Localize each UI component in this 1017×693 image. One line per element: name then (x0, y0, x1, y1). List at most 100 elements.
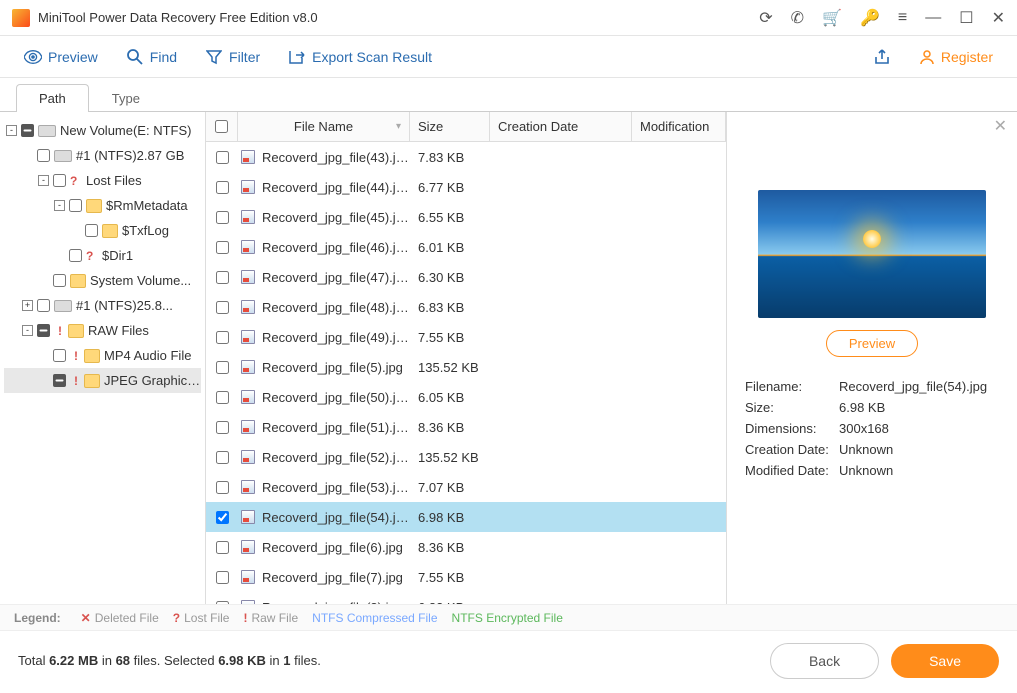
tree-checkbox[interactable] (69, 249, 82, 262)
table-row[interactable]: Recoverd_jpg_file(48).jpg6.83 KB (206, 292, 726, 322)
table-row[interactable]: Recoverd_jpg_file(50).jpg6.05 KB (206, 382, 726, 412)
maximize-icon[interactable]: ☐ (959, 8, 973, 28)
cart-icon[interactable]: 🛒 (822, 8, 842, 28)
minimize-icon[interactable]: — (925, 9, 941, 27)
tree-node[interactable]: !MP4 Audio File (4, 343, 201, 368)
user-icon (919, 49, 935, 65)
back-button[interactable]: Back (770, 643, 879, 679)
key-icon[interactable]: 🔑 (860, 8, 880, 28)
tree-label: MP4 Audio File (104, 348, 191, 363)
view-tabs: Path Type (0, 82, 1017, 112)
tree-node[interactable]: System Volume... (4, 268, 201, 293)
row-checkbox[interactable] (216, 331, 229, 344)
table-row[interactable]: Recoverd_jpg_file(8).jpg6.83 KB (206, 592, 726, 604)
tree-checkbox[interactable] (69, 199, 82, 212)
row-checkbox[interactable] (216, 211, 229, 224)
image-file-icon (241, 240, 255, 254)
register-button[interactable]: Register (919, 49, 993, 65)
tree-checkbox[interactable] (21, 124, 34, 137)
row-checkbox[interactable] (216, 511, 229, 524)
table-row[interactable]: Recoverd_jpg_file(54).jpg6.98 KB (206, 502, 726, 532)
table-row[interactable]: Recoverd_jpg_file(45).jpg6.55 KB (206, 202, 726, 232)
row-checkbox[interactable] (216, 241, 229, 254)
filter-button[interactable]: Filter (205, 48, 260, 66)
row-checkbox[interactable] (216, 541, 229, 554)
search-icon (126, 48, 144, 66)
row-checkbox[interactable] (216, 301, 229, 314)
tree-checkbox[interactable] (53, 349, 66, 362)
raw-folder-icon: ! (54, 324, 84, 338)
tree-node[interactable]: ?$Dir1 (4, 243, 201, 268)
row-checkbox[interactable] (216, 151, 229, 164)
tree-node[interactable]: - New Volume(E: NTFS) (4, 118, 201, 143)
tree-checkbox[interactable] (53, 174, 66, 187)
tree-node[interactable]: #1 (NTFS)2.87 GB (4, 143, 201, 168)
preview-open-button[interactable]: Preview (826, 330, 918, 357)
image-file-icon (241, 600, 255, 604)
row-checkbox[interactable] (216, 271, 229, 284)
save-button[interactable]: Save (891, 644, 999, 678)
folder-tree[interactable]: - New Volume(E: NTFS) #1 (NTFS)2.87 GB-?Lo… (0, 112, 205, 604)
row-checkbox[interactable] (216, 571, 229, 584)
cell-size: 6.83 KB (410, 300, 490, 315)
tree-expander[interactable]: - (22, 325, 33, 336)
tab-type[interactable]: Type (89, 84, 163, 112)
table-row[interactable]: Recoverd_jpg_file(49).jpg7.55 KB (206, 322, 726, 352)
tree-checkbox[interactable] (37, 149, 50, 162)
col-creation-date[interactable]: Creation Date (490, 112, 632, 141)
row-checkbox[interactable] (216, 361, 229, 374)
col-modification[interactable]: Modification (632, 112, 726, 141)
close-preview-icon[interactable]: ✕ (994, 116, 1007, 136)
tree-node[interactable]: -$RmMetadata (4, 193, 201, 218)
close-icon[interactable]: ✕ (992, 8, 1005, 28)
row-checkbox[interactable] (216, 481, 229, 494)
cell-size: 6.01 KB (410, 240, 490, 255)
table-body[interactable]: Recoverd_jpg_file(43).jpg7.83 KBRecoverd… (206, 142, 726, 604)
table-row[interactable]: Recoverd_jpg_file(44).jpg6.77 KB (206, 172, 726, 202)
share-icon[interactable] (873, 48, 891, 66)
row-checkbox[interactable] (216, 421, 229, 434)
table-row[interactable]: Recoverd_jpg_file(53).jpg7.07 KB (206, 472, 726, 502)
table-row[interactable]: Recoverd_jpg_file(47).jpg6.30 KB (206, 262, 726, 292)
tree-label: New Volume(E: NTFS) (60, 123, 191, 138)
find-button[interactable]: Find (126, 48, 177, 66)
reload-icon[interactable]: ⟳ (759, 8, 772, 28)
tree-expander[interactable]: + (22, 300, 33, 311)
row-checkbox[interactable] (216, 181, 229, 194)
menu-icon[interactable]: ≡ (898, 9, 907, 27)
support-icon[interactable]: ✆ (791, 8, 804, 28)
row-checkbox[interactable] (216, 601, 229, 605)
select-all-checkbox[interactable] (215, 120, 228, 133)
row-checkbox[interactable] (216, 391, 229, 404)
tree-expander[interactable]: - (54, 200, 65, 211)
tree-checkbox[interactable] (53, 374, 66, 387)
tree-expander[interactable]: - (38, 175, 49, 186)
tree-node[interactable]: -?Lost Files (4, 168, 201, 193)
col-size[interactable]: Size (410, 112, 490, 141)
col-filename[interactable]: File Name (238, 112, 410, 141)
tree-node[interactable]: +#1 (NTFS)25.8... (4, 293, 201, 318)
table-row[interactable]: Recoverd_jpg_file(6).jpg8.36 KB (206, 532, 726, 562)
export-button[interactable]: Export Scan Result (288, 48, 432, 66)
tree-checkbox[interactable] (37, 299, 50, 312)
table-row[interactable]: Recoverd_jpg_file(7).jpg7.55 KB (206, 562, 726, 592)
table-row[interactable]: Recoverd_jpg_file(52).jpg135.52 KB (206, 442, 726, 472)
table-row[interactable]: Recoverd_jpg_file(43).jpg7.83 KB (206, 142, 726, 172)
tree-checkbox[interactable] (37, 324, 50, 337)
tree-checkbox[interactable] (53, 274, 66, 287)
image-file-icon (241, 540, 255, 554)
tree-expander[interactable]: - (6, 125, 17, 136)
table-row[interactable]: Recoverd_jpg_file(51).jpg8.36 KB (206, 412, 726, 442)
table-row[interactable]: Recoverd_jpg_file(46).jpg6.01 KB (206, 232, 726, 262)
tree-checkbox[interactable] (85, 224, 98, 237)
preview-button[interactable]: Preview (24, 48, 98, 66)
tree-node[interactable]: $TxfLog (4, 218, 201, 243)
row-checkbox[interactable] (216, 451, 229, 464)
tree-node[interactable]: -!RAW Files (4, 318, 201, 343)
table-row[interactable]: Recoverd_jpg_file(5).jpg135.52 KB (206, 352, 726, 382)
footer-bar: Total 6.22 MB in 68 files. Selected 6.98… (0, 630, 1017, 690)
tab-path[interactable]: Path (16, 84, 89, 112)
tree-node[interactable]: !JPEG Graphics... (4, 368, 201, 393)
cell-size: 7.83 KB (410, 150, 490, 165)
cell-filename: Recoverd_jpg_file(8).jpg (258, 600, 410, 605)
